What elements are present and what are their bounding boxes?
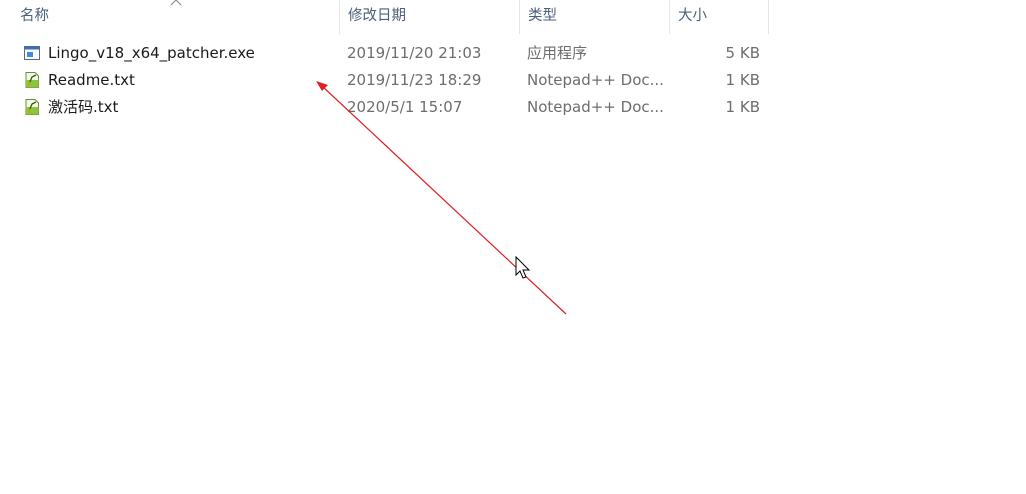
file-name: Readme.txt — [48, 71, 135, 89]
file-name: Lingo_v18_x64_patcher.exe — [48, 44, 255, 62]
file-date-modified: 2019/11/23 18:29 — [347, 71, 482, 89]
file-type: Notepad++ Doc... — [527, 98, 664, 116]
column-header-bar: 名称 修改日期 类型 大小 — [0, 0, 770, 34]
mouse-cursor-icon — [515, 255, 531, 279]
column-header-size[interactable]: 大小 — [669, 0, 769, 34]
column-header-name[interactable]: 名称 — [12, 0, 340, 34]
file-type: 应用程序 — [527, 44, 588, 62]
column-header-type[interactable]: 类型 — [519, 0, 669, 34]
file-date-modified: 2019/11/20 21:03 — [347, 44, 482, 62]
file-date-modified: 2020/5/1 15:07 — [347, 98, 463, 116]
file-name: 激活码.txt — [48, 98, 119, 116]
exe-file-icon — [24, 46, 40, 60]
file-row[interactable]: 激活码.txt 2020/5/1 15:07 Notepad++ Doc... … — [0, 94, 770, 121]
file-type: Notepad++ Doc... — [527, 71, 664, 89]
notepadpp-document-icon — [25, 99, 39, 115]
file-list: Lingo_v18_x64_patcher.exe 2019/11/20 21:… — [0, 40, 770, 121]
notepadpp-document-icon — [25, 72, 39, 88]
file-size: 5 KB — [725, 44, 760, 62]
file-row[interactable]: Readme.txt 2019/11/23 18:29 Notepad++ Do… — [0, 67, 770, 94]
file-size: 1 KB — [725, 98, 760, 116]
file-size: 1 KB — [725, 71, 760, 89]
file-row[interactable]: Lingo_v18_x64_patcher.exe 2019/11/20 21:… — [0, 40, 770, 67]
column-header-date-modified[interactable]: 修改日期 — [339, 0, 519, 34]
